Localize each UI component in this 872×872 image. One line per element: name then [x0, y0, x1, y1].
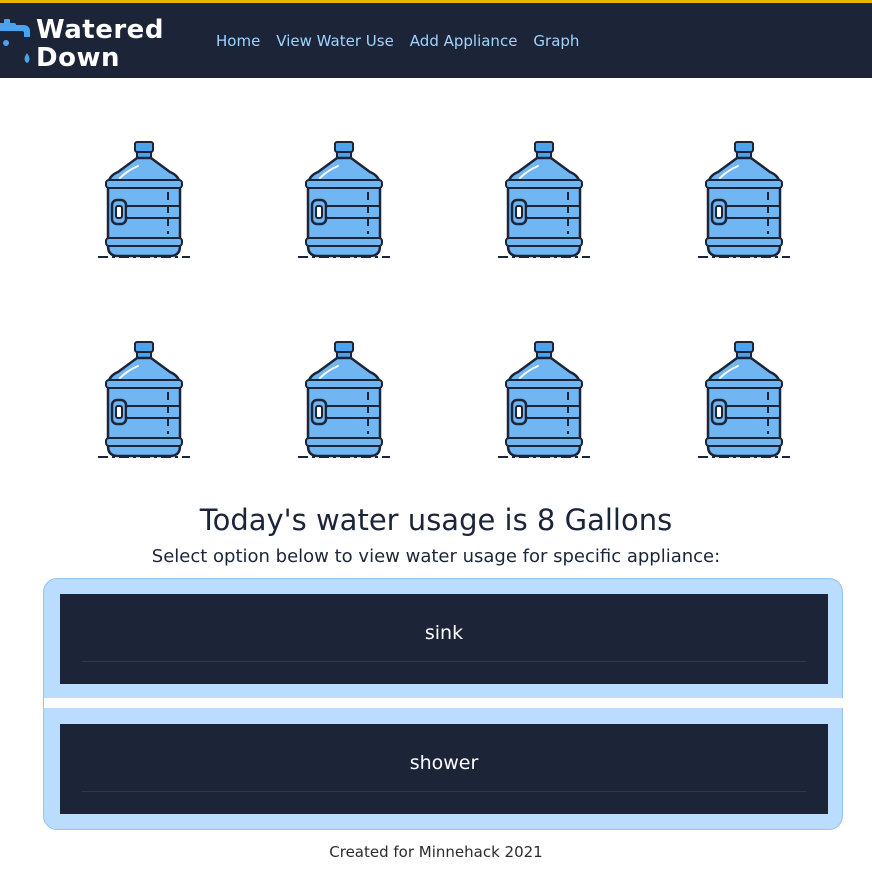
navbar: Watered Down Home View Water Use Add App… [0, 0, 872, 78]
appliance-list: sink shower [43, 578, 844, 830]
panel-divider [44, 698, 844, 708]
nav-graph[interactable]: Graph [533, 32, 579, 50]
nav-view-water-use[interactable]: View Water Use [276, 32, 394, 50]
footer-credit: Created for Minnehack 2021 [329, 843, 543, 861]
logo[interactable]: Watered Down [0, 11, 170, 73]
nav-links: Home View Water Use Add Appliance Graph [216, 32, 579, 50]
faucet-drop-icon [0, 19, 30, 63]
gallon-bottle-icon [98, 340, 190, 460]
button-underline [82, 791, 806, 792]
gallon-bottle-icon [98, 140, 190, 260]
appliance-button-sink[interactable]: sink [60, 594, 828, 684]
brand-line2: Down [36, 43, 120, 73]
gallon-bottle-icon [298, 340, 390, 460]
usage-subtitle: Select option below to view water usage … [151, 546, 721, 567]
appliance-label: shower [409, 752, 479, 774]
brand-name: Watered Down [36, 16, 164, 72]
gallon-bottle-icon [298, 140, 390, 260]
gallon-bottle-grid [0, 78, 872, 478]
gallon-bottle-icon [698, 140, 790, 260]
gallon-bottle-icon [498, 140, 590, 260]
nav-home[interactable]: Home [216, 32, 260, 50]
button-underline [82, 661, 806, 662]
usage-title: Today's water usage is 8 Gallons [199, 503, 673, 537]
brand-line1: Watered [36, 15, 164, 45]
appliance-button-shower[interactable]: shower [60, 724, 828, 814]
nav-add-appliance[interactable]: Add Appliance [410, 32, 518, 50]
gallon-bottle-icon [698, 340, 790, 460]
gallon-bottle-icon [498, 340, 590, 460]
appliance-label: sink [424, 622, 464, 644]
